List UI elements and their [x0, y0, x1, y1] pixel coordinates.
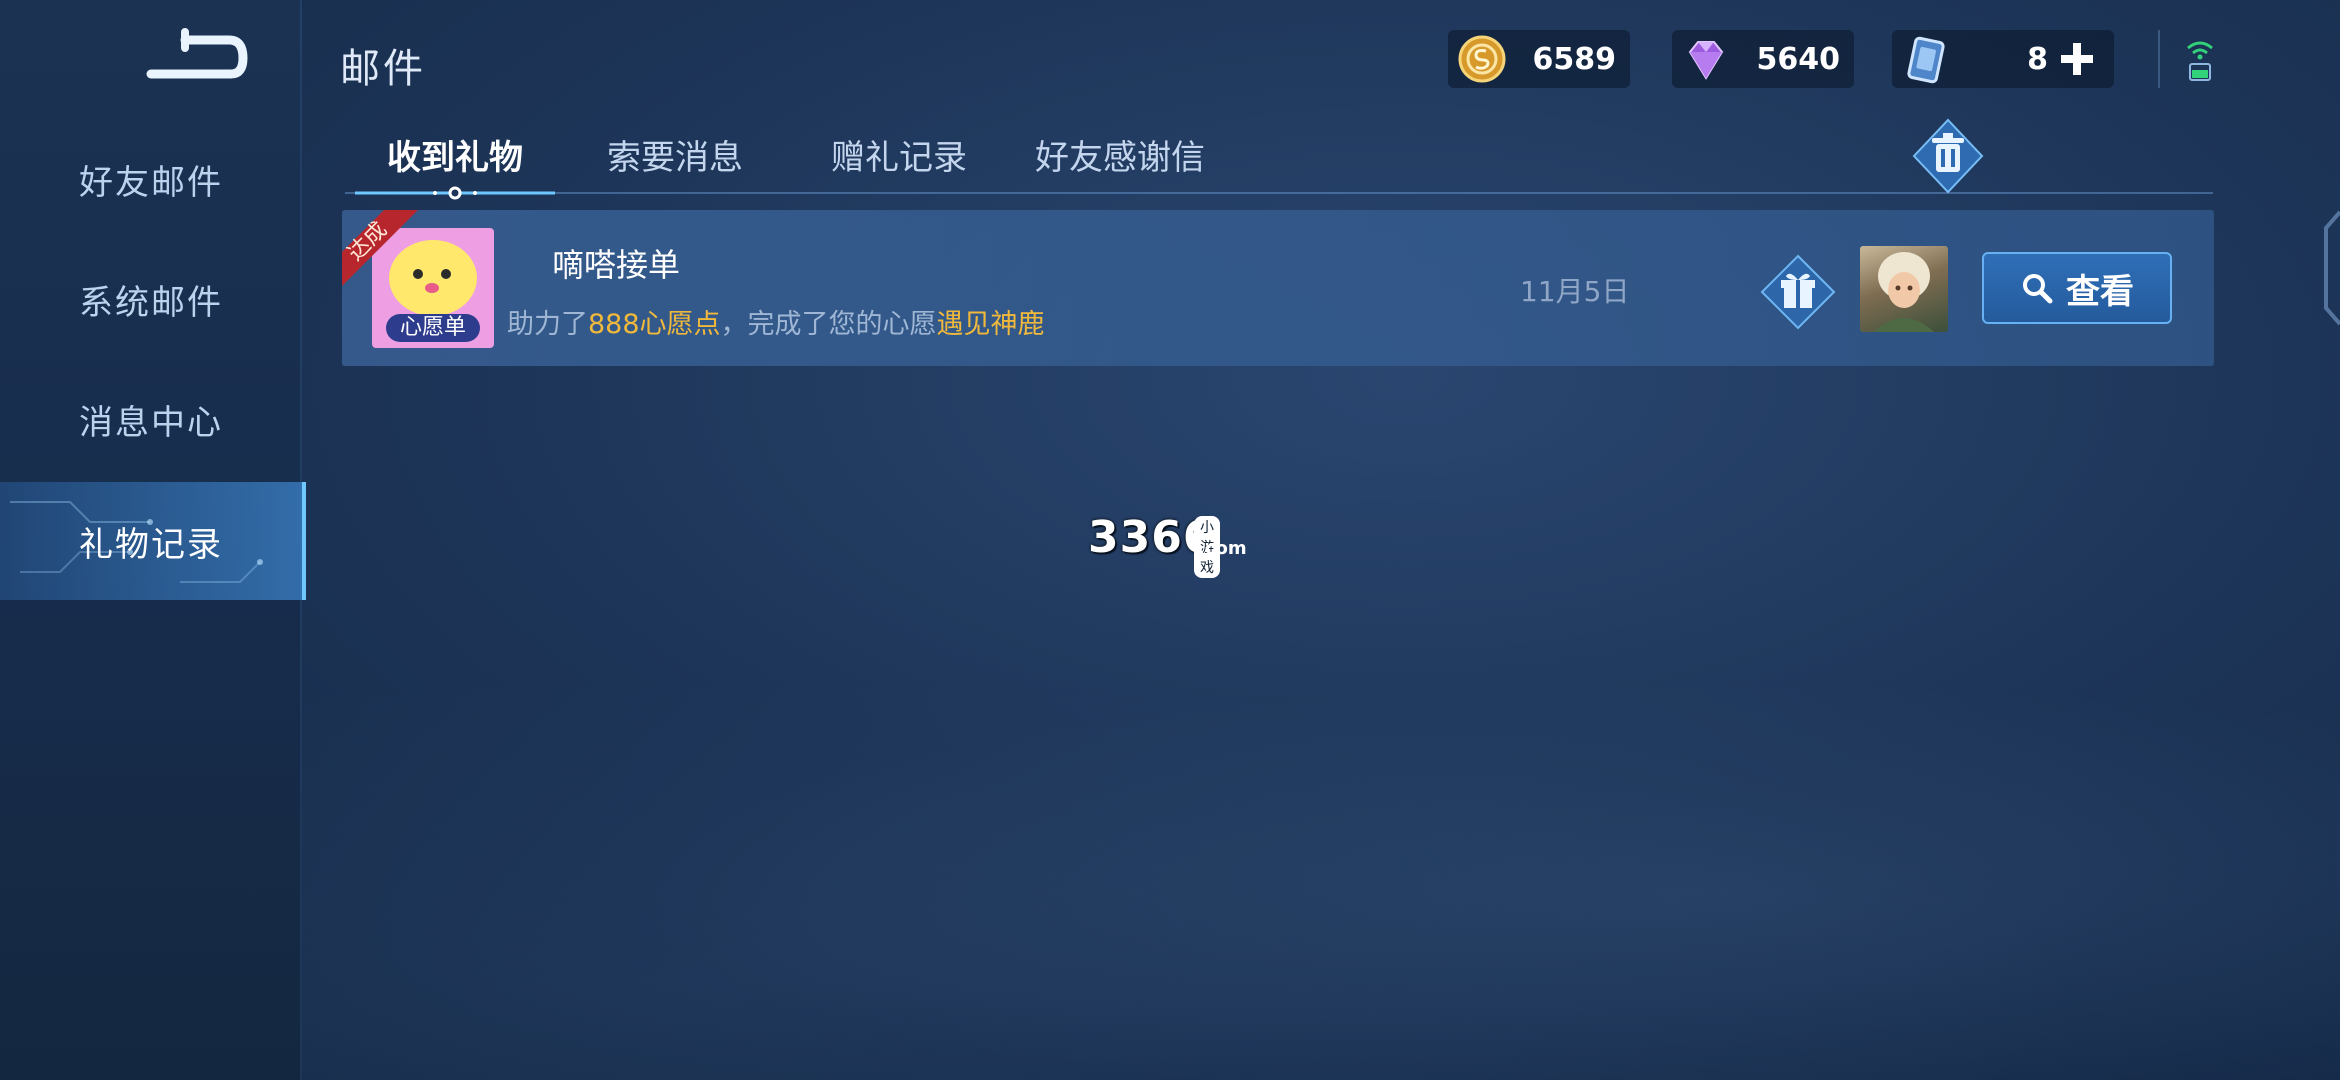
tab-received-gifts[interactable]: 收到礼物: [387, 130, 523, 179]
search-icon: [2023, 274, 2053, 304]
diamond-amount: 5640: [1756, 41, 1841, 77]
hero-avatar[interactable]: [1860, 246, 1948, 332]
sidebar-item-system-mail[interactable]: 系统邮件: [0, 240, 302, 358]
edge-handle-icon: [2324, 210, 2340, 326]
view-button[interactable]: 查看: [1982, 252, 2172, 324]
sidebar-item-label: 系统邮件: [79, 282, 223, 323]
gold-coin-icon: [1458, 35, 1506, 83]
sidebar-item-label: 好友邮件: [79, 162, 223, 203]
sidebar-item-label: 消息中心: [79, 402, 223, 443]
ticket-card-icon: [1907, 36, 1945, 84]
mail-date: 11月5日: [1520, 275, 1630, 308]
back-arrow-icon: [146, 28, 248, 79]
gift-icon[interactable]: [1760, 254, 1836, 330]
desc-points: 888心愿点: [588, 309, 721, 340]
tab-gift-records[interactable]: 赠礼记录: [831, 130, 967, 179]
add-plus-icon[interactable]: [2058, 40, 2096, 78]
ticket-amount: 8: [2027, 41, 2048, 77]
desc-middle: ，完成了您的心愿: [720, 309, 937, 340]
sidebar-item-gift-record[interactable]: 礼物记录: [0, 482, 306, 600]
background-waves: [300, 620, 2340, 1080]
desc-wish-item: 遇见神鹿: [936, 309, 1045, 340]
trash-icon[interactable]: [1912, 118, 1984, 194]
tab-thank-you-letters[interactable]: 好友感谢信: [1035, 130, 1205, 179]
mail-item[interactable]: 心愿单 达成 嘀嗒接单 助力了888心愿点，完成了您的心愿遇见神鹿 11月5日 …: [342, 210, 2214, 366]
wishlist-label: 心愿单: [386, 314, 480, 342]
mail-sender: 嘀嗒接单: [552, 246, 681, 284]
sidebar: 好友邮件 系统邮件 消息中心 礼物记录: [0, 0, 306, 1080]
diamond-icon: [1688, 41, 1724, 80]
tab-request-messages[interactable]: 索要消息: [607, 130, 743, 179]
divider: [2158, 30, 2160, 88]
sidebar-item-friend-mail[interactable]: 好友邮件: [0, 120, 302, 238]
diamond-currency: 5640: [1672, 30, 1854, 88]
page-title: 邮件: [340, 46, 426, 92]
ticket-currency: 8: [1892, 30, 2114, 88]
hero-portrait-icon: [1874, 252, 1934, 332]
view-button-label: 查看: [2066, 271, 2134, 312]
watermark-domain: .com: [1198, 538, 1247, 559]
back-button[interactable]: [145, 28, 249, 84]
desc-prefix: 助力了: [507, 309, 588, 340]
wifi-signal-icon: [2187, 41, 2213, 81]
tab-indicator-icon: [355, 186, 555, 200]
gold-currency: 6589: [1448, 30, 1630, 88]
sidebar-item-label: 礼物记录: [79, 524, 223, 565]
mail-description: 助力了888心愿点，完成了您的心愿遇见神鹿: [507, 302, 1045, 341]
sidebar-item-message-center[interactable]: 消息中心: [0, 360, 302, 478]
gold-amount: 6589: [1532, 41, 1617, 77]
